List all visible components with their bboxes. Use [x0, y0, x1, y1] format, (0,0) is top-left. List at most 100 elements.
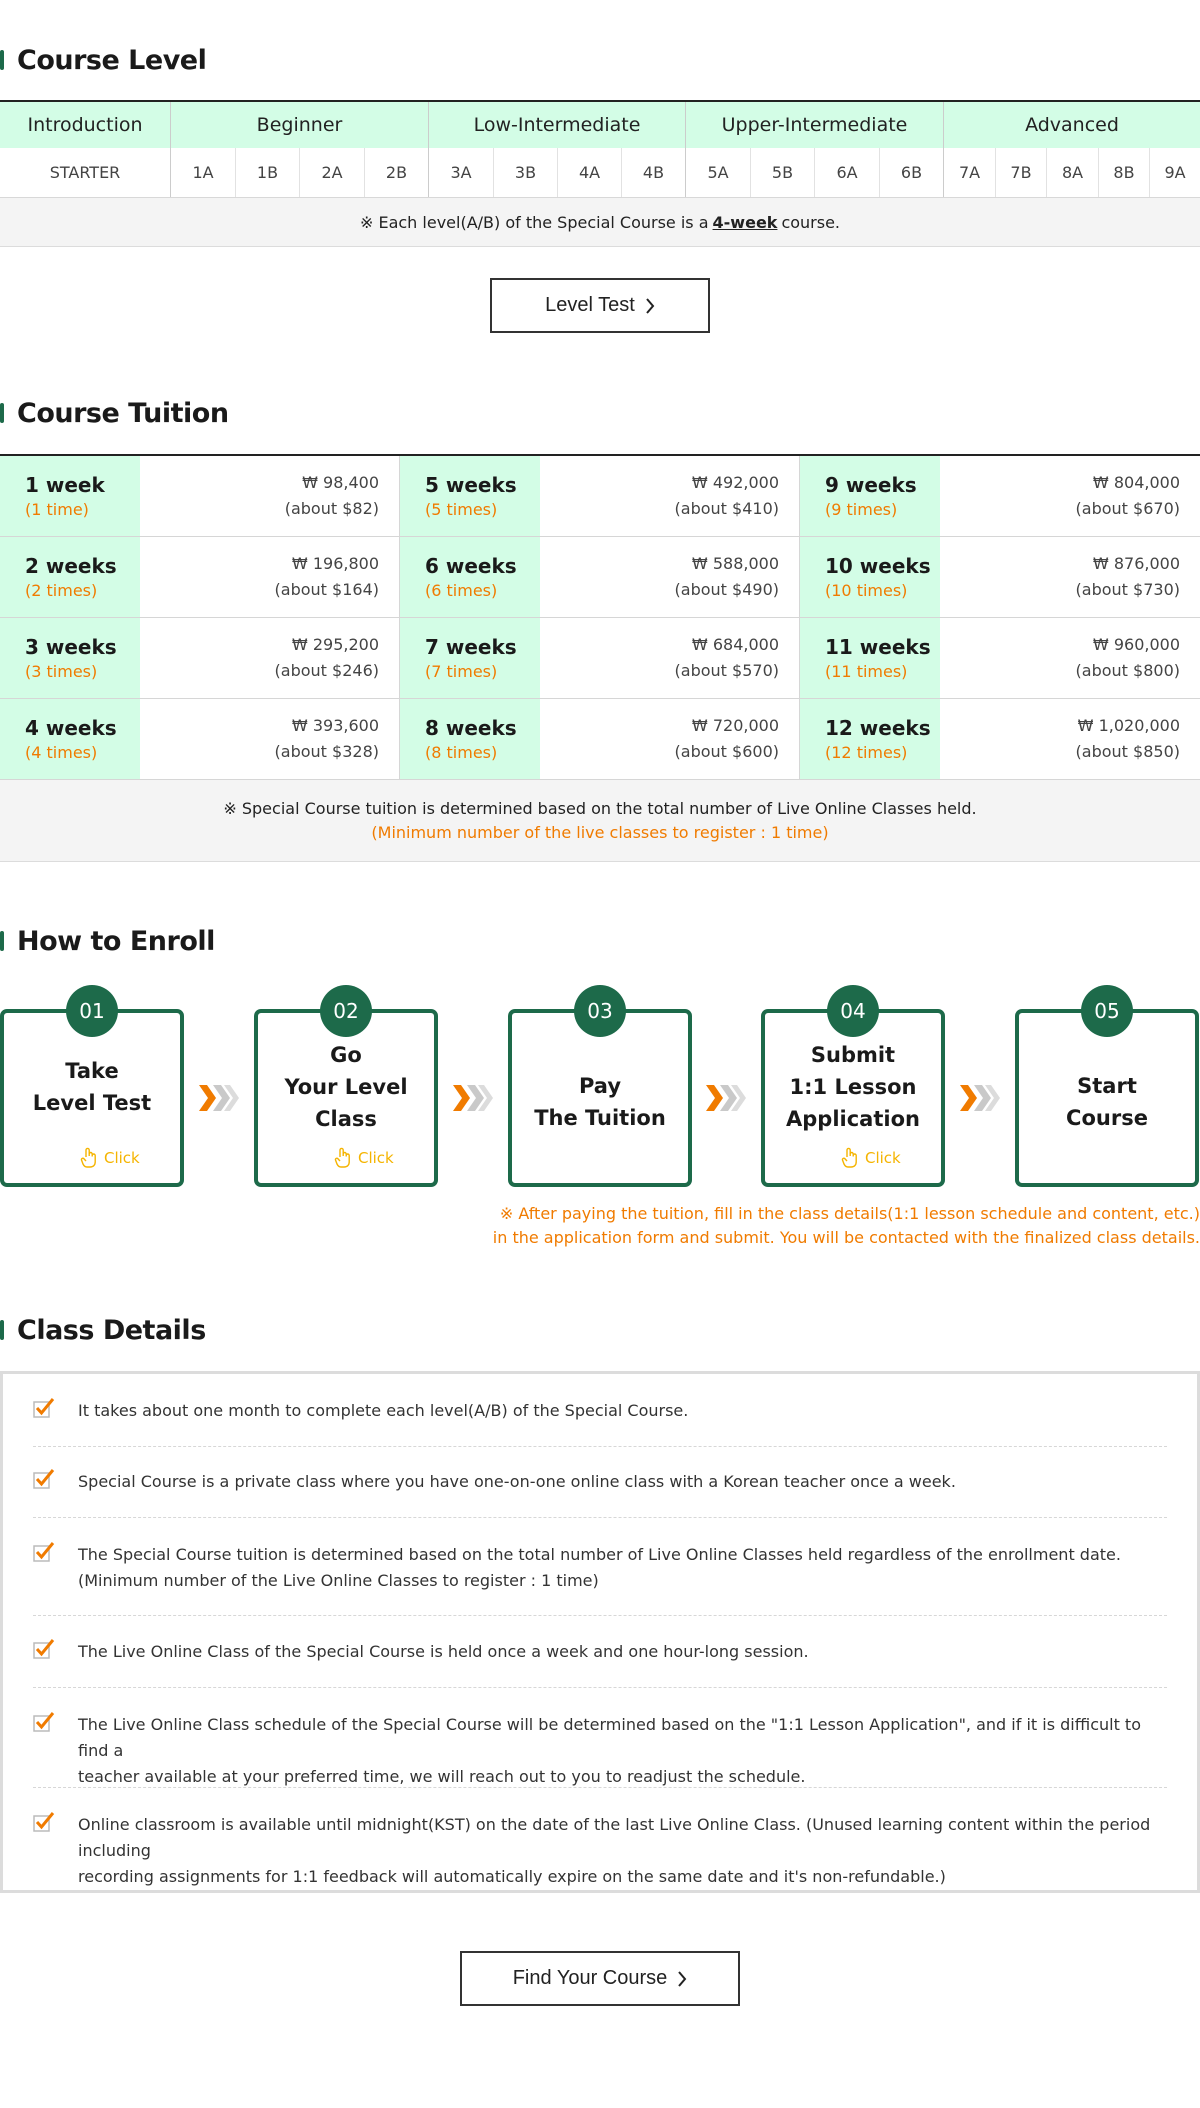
tuition-weeks-cell: 3 weeks (3 times) [0, 618, 140, 698]
detail-item: The Live Online Class of the Special Cou… [33, 1616, 1167, 1688]
section-title: How to Enroll [17, 925, 215, 957]
step-label: Submit 1:1 Lesson Application [786, 1039, 920, 1135]
class-details-box: It takes about one month to complete eac… [0, 1371, 1200, 1893]
detail-line: Special Course is a private class where … [78, 1472, 956, 1491]
step-number: 02 [320, 985, 372, 1037]
tuition-price-cell: ₩ 1,020,000 (about $850) [940, 699, 1200, 779]
step-click-link[interactable]: Click [334, 1147, 394, 1169]
step-click-link[interactable]: Click [80, 1147, 140, 1169]
step-pay-the-tuition: 03 Pay The Tuition [508, 985, 692, 1187]
step-label-line: Application [786, 1107, 920, 1131]
level-row: STARTER 1A 1B 2A 2B 3A 3B 4A 4B 5A 5B 6A… [0, 148, 1200, 198]
level-cell: 5A [686, 148, 751, 197]
checkbox-check-icon [33, 1712, 55, 1732]
level-cell: 2B [365, 148, 429, 197]
times-label: (11 times) [825, 662, 908, 681]
level-cell: 5B [751, 148, 815, 197]
section-title: Course Tuition [17, 397, 229, 429]
level-cell: 1B [236, 148, 300, 197]
level-cell: 6A [815, 148, 880, 197]
weeks-label: 8 weeks [425, 716, 517, 740]
weeks-label: 9 weeks [825, 473, 917, 497]
level-cell: 7A [944, 148, 996, 197]
detail-item: The Live Online Class schedule of the Sp… [33, 1688, 1167, 1788]
step-label-line: Course [1066, 1106, 1148, 1130]
detail-text: Online classroom is available until midn… [78, 1812, 1167, 1890]
group-beginner: Beginner [171, 102, 429, 148]
how-to-enroll-heading: How to Enroll [0, 923, 215, 959]
course-level-heading: Course Level [0, 42, 207, 78]
detail-text: It takes about one month to complete eac… [78, 1398, 688, 1424]
level-test-label: Level Test [545, 294, 635, 316]
level-cell: 8B [1099, 148, 1150, 197]
step-label-line: 1:1 Lesson [789, 1075, 917, 1099]
price-usd: (about $164) [274, 580, 379, 599]
checkbox-check-icon [33, 1469, 55, 1489]
times-label: (12 times) [825, 743, 908, 762]
green-bar-icon [0, 50, 4, 70]
step-click-link[interactable]: Click [841, 1147, 901, 1169]
level-cell-starter: STARTER [0, 148, 171, 197]
detail-line: recording assignments for 1:1 feedback w… [78, 1867, 946, 1886]
tuition-weeks-cell: 4 weeks (4 times) [0, 699, 140, 779]
tuition-price-cell: ₩ 98,400 (about $82) [140, 456, 400, 536]
group-upper-intermediate: Upper-Intermediate [686, 102, 944, 148]
price-krw: ₩ 876,000 [1092, 554, 1180, 573]
enroll-note-line: in the application form and submit. You … [492, 1228, 1200, 1247]
step-submit-application[interactable]: 04 Submit 1:1 Lesson Application Click [761, 985, 945, 1187]
click-label: Click [104, 1149, 140, 1167]
tuition-price-cell: ₩ 684,000 (about $570) [540, 618, 800, 698]
level-cell: 7B [996, 148, 1047, 197]
times-label: (8 times) [425, 743, 498, 762]
step-label-line: Go [330, 1043, 362, 1067]
tuition-weeks-cell: 12 weeks (12 times) [800, 699, 940, 779]
level-cell: 9A [1164, 163, 1186, 182]
level-test-button[interactable]: Level Test [490, 278, 710, 333]
price-usd: (about $490) [674, 580, 779, 599]
step-label-line: Your Level Class [284, 1075, 408, 1131]
course-level-table: Introduction Beginner Low-Intermediate U… [0, 100, 1200, 247]
level-cell: 4A [558, 148, 622, 197]
price-usd: (about $730) [1075, 580, 1180, 599]
checkbox-check-icon [33, 1812, 55, 1832]
times-label: (4 times) [25, 743, 98, 762]
price-krw: ₩ 393,600 [291, 716, 379, 735]
price-krw: ₩ 684,000 [691, 635, 779, 654]
detail-line: The Live Online Class of the Special Cou… [78, 1642, 809, 1661]
tuition-row: 4 weeks (4 times) ₩ 393,600 (about $328) 8… [0, 699, 1200, 780]
level-cell: 4B [622, 148, 686, 197]
class-details-heading: Class Details [0, 1312, 206, 1348]
tuition-row: 1 week (1 time) ₩ 98,400 (about $82) 5 wee… [0, 456, 1200, 537]
price-krw: ₩ 804,000 [1092, 473, 1180, 492]
pointing-hand-icon [80, 1147, 96, 1168]
detail-item: Special Course is a private class where … [33, 1447, 1167, 1518]
step-label-line: Level Test [32, 1091, 152, 1115]
tuition-price-cell: ₩ 960,000 (about $800) [940, 618, 1200, 698]
tuition-row: 3 weeks (3 times) ₩ 295,200 (about $246) 7… [0, 618, 1200, 699]
tuition-note-min: (Minimum number of the live classes to r… [371, 822, 829, 842]
step-go-your-level-class[interactable]: 02 Go Your Level Class Click [254, 985, 438, 1187]
tuition-weeks-cell: 6 weeks (6 times) [400, 537, 540, 617]
weeks-label: 7 weeks [425, 635, 517, 659]
price-usd: (about $570) [674, 661, 779, 680]
tuition-weeks-cell: 2 weeks (2 times) [0, 537, 140, 617]
detail-line: (Minimum number of the Live Online Class… [78, 1571, 599, 1590]
tuition-weeks-cell: 5 weeks (5 times) [400, 456, 540, 536]
weeks-label: 6 weeks [425, 554, 517, 578]
section-title: Class Details [17, 1314, 206, 1346]
tuition-price-cell: ₩ 196,800 (about $164) [140, 537, 400, 617]
times-label: (1 time) [25, 500, 89, 519]
price-krw: ₩ 720,000 [691, 716, 779, 735]
step-label: Pay The Tuition [534, 1070, 666, 1134]
double-chevron-arrow-icon [199, 1085, 239, 1111]
tuition-weeks-cell: 1 week (1 time) [0, 456, 140, 536]
step-start-course: 05 Start Course [1015, 985, 1199, 1187]
chevron-right-icon [646, 297, 655, 314]
step-label-line: Submit [810, 1043, 896, 1067]
price-krw: ₩ 295,200 [291, 635, 379, 654]
weeks-label: 10 weeks [825, 554, 931, 578]
price-usd: (about $670) [1075, 499, 1180, 518]
find-your-course-button[interactable]: Find Your Course [460, 1951, 740, 2006]
step-take-level-test[interactable]: 01 Take Level Test Click [0, 985, 184, 1187]
tuition-price-cell: ₩ 295,200 (about $246) [140, 618, 400, 698]
